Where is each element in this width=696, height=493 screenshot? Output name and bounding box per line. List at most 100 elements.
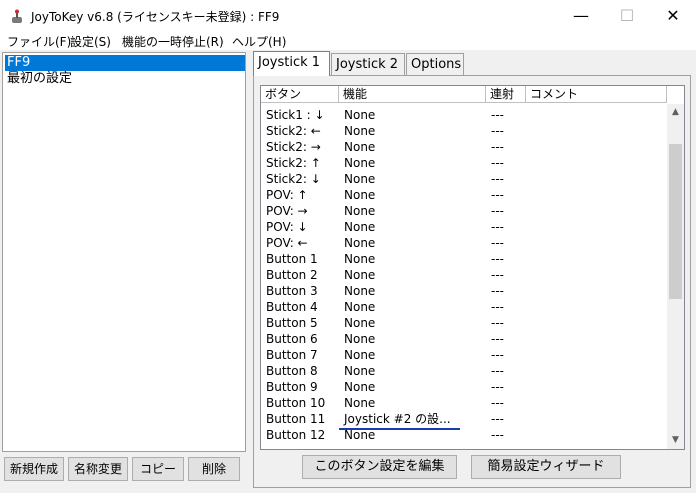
row-function: None <box>344 188 376 202</box>
row-button-name: Button 11 <box>266 412 326 426</box>
row-turbo: --- <box>491 236 504 250</box>
table-row[interactable]: Button 3 None --- <box>261 283 667 299</box>
window-title: JoyToKey v6.8 (ライセンスキー未登録) : FF9 <box>31 10 280 24</box>
table-row[interactable]: Button 10 None --- <box>261 395 667 411</box>
row-function: None <box>344 396 376 410</box>
row-function: None <box>344 124 376 138</box>
row-function: None <box>344 284 376 298</box>
row-turbo: --- <box>491 412 504 426</box>
table-row[interactable]: Stick2: ↑ None --- <box>261 155 667 171</box>
row-function: None <box>344 140 376 154</box>
table-row[interactable]: Button 2 None --- <box>261 267 667 283</box>
row-button-name: Button 4 <box>266 300 318 314</box>
row-function: None <box>344 332 376 346</box>
menu-bar: ファイル(F) 設定(S) 機能の一時停止(R) ヘルプ(H) <box>0 32 696 50</box>
list-header: ボタン 機能 連射 コメント <box>261 86 684 104</box>
scroll-thumb[interactable] <box>669 144 682 299</box>
row-button-name: Stick2: ↓ <box>266 172 321 186</box>
row-function: None <box>344 316 376 330</box>
row-turbo: --- <box>491 140 504 154</box>
table-row[interactable]: Stick2: ← None --- <box>261 123 667 139</box>
button-assignment-list[interactable]: ボタン 機能 連射 コメント Stick1 : ↓ None --- Stick2: … <box>260 85 685 450</box>
table-row[interactable]: POV: → None --- <box>261 203 667 219</box>
row-button-name: Button 5 <box>266 316 318 330</box>
scroll-down-arrow-icon[interactable]: ▼ <box>667 432 684 449</box>
row-turbo: --- <box>491 204 504 218</box>
vertical-scrollbar[interactable]: ▲ ▼ <box>667 104 684 449</box>
row-button-name: Stick2: ← <box>266 124 321 138</box>
table-row[interactable]: Button 8 None --- <box>261 363 667 379</box>
row-function: None <box>344 380 376 394</box>
row-button-name: Button 7 <box>266 348 318 362</box>
row-turbo: --- <box>491 428 504 442</box>
row-function: None <box>344 156 376 170</box>
row-turbo: --- <box>491 124 504 138</box>
row-function: None <box>344 364 376 378</box>
menu-help[interactable]: ヘルプ(H) <box>232 33 286 50</box>
row-function: Joystick #2 の設... <box>344 412 451 426</box>
row-turbo: --- <box>491 364 504 378</box>
table-row[interactable]: Button 9 None --- <box>261 379 667 395</box>
table-row[interactable]: Button 12 None --- <box>261 427 667 443</box>
column-header-function[interactable]: 機能 <box>339 86 486 103</box>
row-button-name: Stick2: ↑ <box>266 156 321 170</box>
table-row[interactable]: Button 11 Joystick #2 の設... --- <box>261 411 667 427</box>
row-function: None <box>344 236 376 250</box>
table-row[interactable]: Button 5 None --- <box>261 315 667 331</box>
table-row[interactable]: Stick2: → None --- <box>261 139 667 155</box>
menu-file[interactable]: ファイル(F) <box>7 33 71 50</box>
row-turbo: --- <box>491 268 504 282</box>
profile-list[interactable]: FF9 最初の設定 <box>2 52 246 452</box>
row-function: None <box>344 220 376 234</box>
table-row[interactable]: Stick2: ↓ None --- <box>261 171 667 187</box>
table-row[interactable]: POV: ↓ None --- <box>261 219 667 235</box>
table-row[interactable]: Button 6 None --- <box>261 331 667 347</box>
profile-item[interactable]: FF9 <box>5 55 245 71</box>
scroll-up-arrow-icon[interactable]: ▲ <box>667 104 684 121</box>
row-function: None <box>344 172 376 186</box>
title-bar: JoyToKey v6.8 (ライセンスキー未登録) : FF9 — ☐ ✕ <box>0 0 696 32</box>
row-button-name: Button 8 <box>266 364 318 378</box>
table-row[interactable]: Stick1 : ↓ None --- <box>261 107 667 123</box>
column-header-comment[interactable]: コメント <box>526 86 667 103</box>
row-turbo: --- <box>491 316 504 330</box>
table-row[interactable]: POV: ↑ None --- <box>261 187 667 203</box>
minimize-button[interactable]: — <box>558 0 604 32</box>
tab-joystick-2[interactable]: Joystick 2 <box>331 53 405 75</box>
delete-profile-button[interactable]: 削除 <box>188 457 240 481</box>
row-button-name: Button 3 <box>266 284 318 298</box>
close-button[interactable]: ✕ <box>650 0 696 32</box>
rename-profile-button[interactable]: 名称変更 <box>68 457 128 481</box>
row-turbo: --- <box>491 396 504 410</box>
row-function: None <box>344 268 376 282</box>
row-button-name: POV: ↑ <box>266 188 308 202</box>
table-row[interactable]: POV: ← None --- <box>261 235 667 251</box>
row-function: None <box>344 300 376 314</box>
profile-item[interactable]: 最初の設定 <box>5 71 72 87</box>
row-turbo: --- <box>491 332 504 346</box>
row-button-name: POV: → <box>266 204 308 218</box>
tab-joystick-1[interactable]: Joystick 1 <box>253 51 330 76</box>
row-button-name: Button 1 <box>266 252 318 266</box>
table-row[interactable]: Button 4 None --- <box>261 299 667 315</box>
table-row[interactable]: Button 1 None --- <box>261 251 667 267</box>
row-button-name: POV: ↓ <box>266 220 308 234</box>
row-button-name: Button 12 <box>266 428 326 442</box>
menu-pause[interactable]: 機能の一時停止(R) <box>122 33 224 50</box>
row-button-name: Stick2: → <box>266 140 321 154</box>
table-row[interactable]: Button 7 None --- <box>261 347 667 363</box>
edit-button-setting-button[interactable]: このボタン設定を編集 <box>302 455 457 479</box>
column-header-button[interactable]: ボタン <box>261 86 339 103</box>
quick-setup-wizard-button[interactable]: 簡易設定ウィザード <box>471 455 621 479</box>
column-header-turbo[interactable]: 連射 <box>486 86 526 103</box>
row-turbo: --- <box>491 172 504 186</box>
tab-options[interactable]: Options <box>406 53 464 75</box>
row-button-name: Button 6 <box>266 332 318 346</box>
menu-settings[interactable]: 設定(S) <box>70 33 111 50</box>
row-button-name: Stick1 : ↓ <box>266 108 325 122</box>
maximize-button[interactable]: ☐ <box>604 0 650 32</box>
new-profile-button[interactable]: 新規作成 <box>4 457 64 481</box>
copy-profile-button[interactable]: コピー <box>132 457 184 481</box>
row-turbo: --- <box>491 380 504 394</box>
row-button-name: POV: ← <box>266 236 308 250</box>
